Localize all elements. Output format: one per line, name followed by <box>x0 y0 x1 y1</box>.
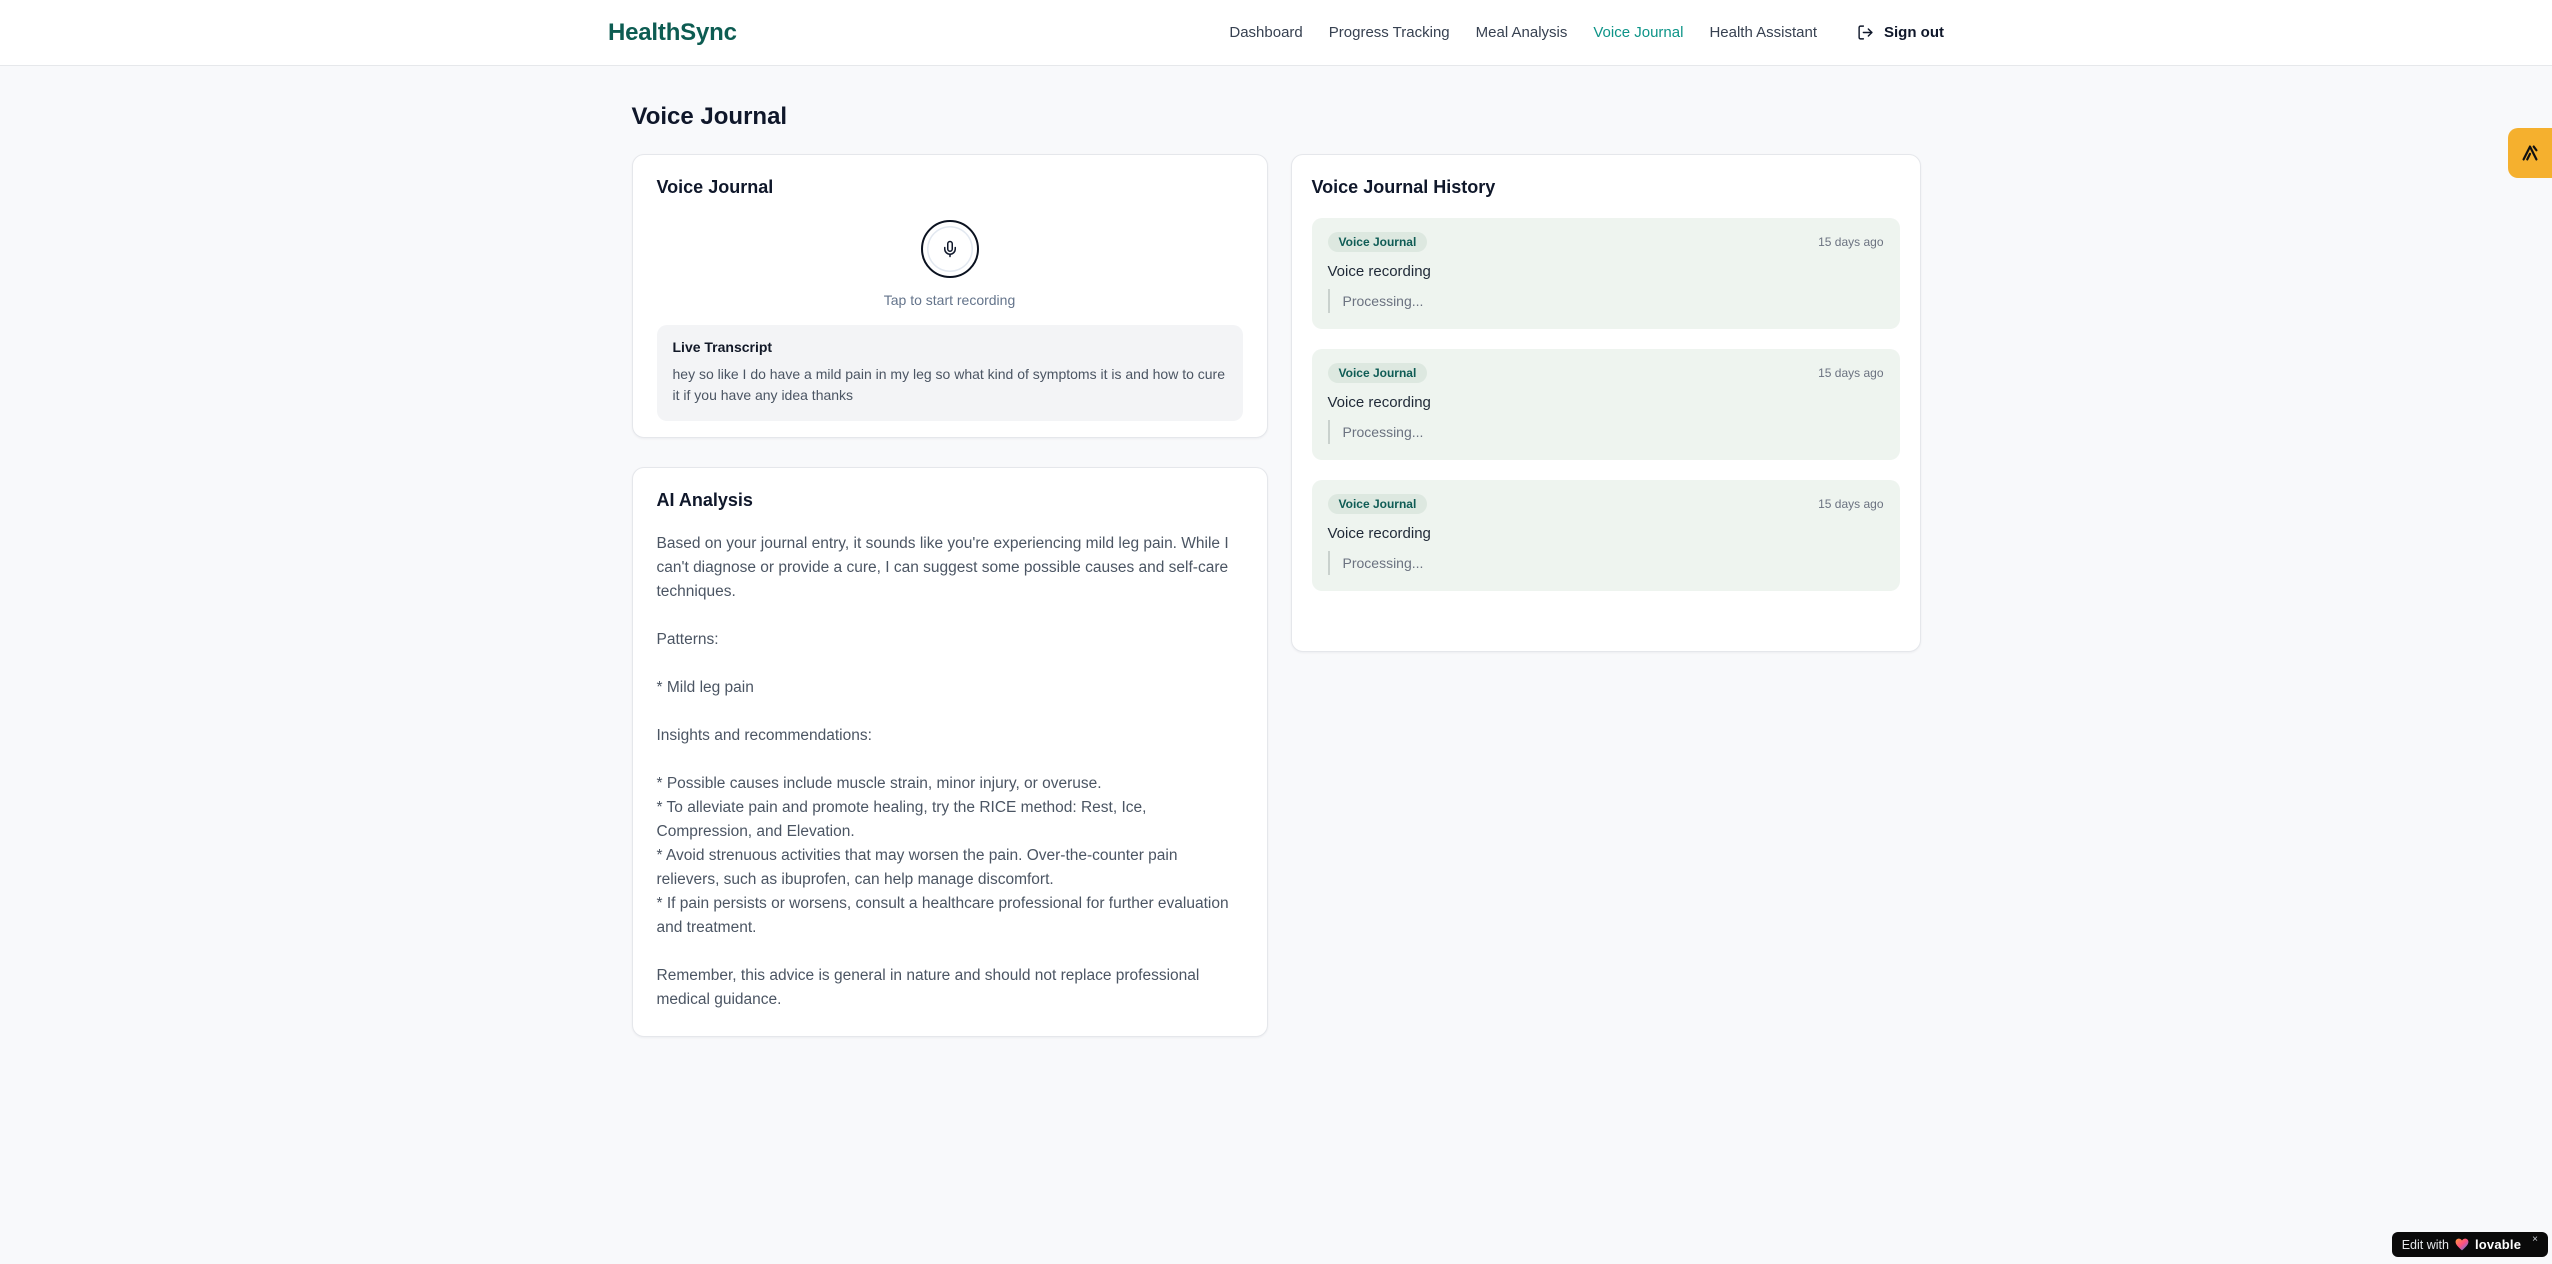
history-entry[interactable]: Voice Journal 15 days ago Voice recordin… <box>1311 349 1900 460</box>
nav-item-voice-journal[interactable]: Voice Journal <box>1593 24 1683 41</box>
entry-label: Voice recording <box>1327 263 1431 280</box>
main-content: Voice Journal Voice Journal Tap to start… <box>631 66 1921 1037</box>
header-container: HealthSync Dashboard Progress Tracking M… <box>608 0 1944 65</box>
entry-status: Processing... <box>1327 420 1884 444</box>
entry-label: Voice recording <box>1327 525 1431 542</box>
nav-item-health-assistant[interactable]: Health Assistant <box>1709 24 1817 41</box>
recorder-card-title: Voice Journal <box>656 177 774 197</box>
entry-timestamp: 15 days ago <box>1818 497 1884 511</box>
lovable-badge-prefix: Edit with <box>2401 1237 2449 1252</box>
right-column: Voice Journal History Voice Journal 15 d… <box>1290 154 1921 652</box>
sign-out-button[interactable]: Sign out <box>1857 24 1944 41</box>
nav-item-meal-analysis[interactable]: Meal Analysis <box>1476 24 1568 41</box>
entry-type-badge: Voice Journal <box>1327 232 1428 252</box>
header: HealthSync Dashboard Progress Tracking M… <box>0 0 2552 66</box>
microphone-icon <box>941 240 959 258</box>
record-button[interactable] <box>920 220 979 278</box>
lovable-badge-brand: lovable <box>2474 1237 2522 1252</box>
left-column: Voice Journal Tap to start recording Liv… <box>631 154 1268 1037</box>
ai-analysis-body: Based on your journal entry, it sounds l… <box>656 535 1229 1008</box>
live-transcript-title: Live Transcript <box>672 339 773 355</box>
entry-status: Processing... <box>1327 551 1884 575</box>
entry-timestamp: 15 days ago <box>1818 366 1884 380</box>
extension-side-button[interactable] <box>2508 128 2552 178</box>
content-columns: Voice Journal Tap to start recording Liv… <box>631 154 1921 1037</box>
ai-analysis-title: AI Analysis <box>656 490 753 510</box>
voice-journal-card: Voice Journal Tap to start recording Liv… <box>631 154 1268 438</box>
extension-logo-icon <box>2519 142 2541 164</box>
history-entry-header: Voice Journal 15 days ago <box>1327 494 1884 514</box>
nav-item-dashboard[interactable]: Dashboard <box>1229 24 1302 41</box>
live-transcript-text: hey so like I do have a mild pain in my … <box>672 366 1226 403</box>
record-hint: Tap to start recording <box>883 292 1016 308</box>
recorder-area: Tap to start recording <box>657 220 1243 308</box>
heart-icon <box>2455 1238 2469 1251</box>
page-title: Voice Journal <box>631 103 788 130</box>
sign-out-label: Sign out <box>1884 24 1944 41</box>
entry-label: Voice recording <box>1327 394 1431 411</box>
nav-item-progress-tracking[interactable]: Progress Tracking <box>1329 24 1450 41</box>
history-card-title: Voice Journal History <box>1311 177 1496 197</box>
history-entry-header: Voice Journal 15 days ago <box>1327 232 1884 252</box>
voice-journal-history-card: Voice Journal History Voice Journal 15 d… <box>1290 154 1921 652</box>
ai-analysis-card: AI Analysis Based on your journal entry,… <box>631 467 1268 1037</box>
brand-logo[interactable]: HealthSync <box>608 19 737 47</box>
history-entry[interactable]: Voice Journal 15 days ago Voice recordin… <box>1311 218 1900 329</box>
log-out-icon <box>1857 24 1874 41</box>
entry-status: Processing... <box>1327 289 1884 313</box>
live-transcript-box: Live Transcript hey so like I do have a … <box>656 325 1243 421</box>
lovable-close-icon[interactable]: × <box>2532 1234 2538 1245</box>
entry-timestamp: 15 days ago <box>1818 235 1884 249</box>
history-entry[interactable]: Voice Journal 15 days ago Voice recordin… <box>1311 480 1900 591</box>
entry-type-badge: Voice Journal <box>1327 494 1428 514</box>
main-nav: Dashboard Progress Tracking Meal Analysi… <box>1229 24 1944 41</box>
entry-type-badge: Voice Journal <box>1327 363 1428 383</box>
lovable-badge[interactable]: Edit with lovable × <box>2391 1232 2548 1257</box>
history-entry-header: Voice Journal 15 days ago <box>1327 363 1884 383</box>
